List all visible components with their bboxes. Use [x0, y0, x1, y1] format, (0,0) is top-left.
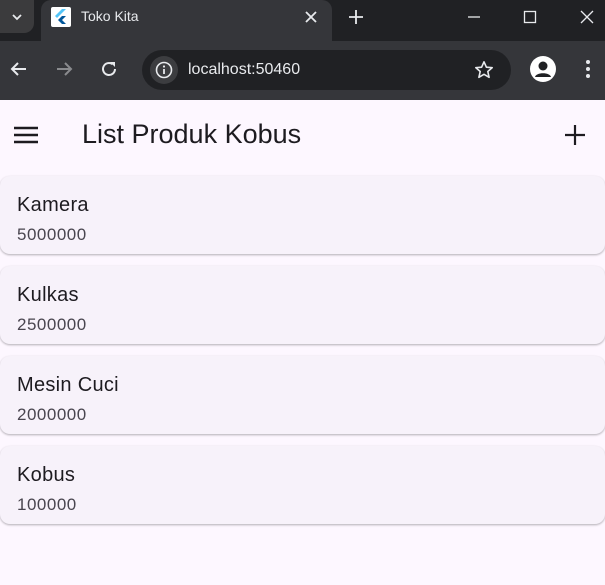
drawer-menu-button[interactable]	[12, 122, 40, 148]
minimize-icon	[468, 15, 480, 18]
reload-button[interactable]	[95, 55, 123, 83]
product-card[interactable]: Kobus 100000	[0, 446, 605, 524]
app-bar: List Produk Kobus	[0, 100, 605, 170]
add-product-button[interactable]	[560, 120, 590, 150]
product-price: 2500000	[17, 315, 87, 334]
product-price: 100000	[17, 495, 77, 514]
add-icon	[565, 125, 585, 145]
browser-tab[interactable]: Toko Kita	[41, 0, 332, 41]
product-price: 2000000	[17, 405, 87, 424]
plus-icon	[349, 10, 363, 24]
back-button[interactable]	[5, 55, 33, 83]
product-name: Kulkas	[17, 284, 79, 306]
product-price: 5000000	[17, 225, 87, 244]
product-card[interactable]: Kamera 5000000	[0, 176, 605, 254]
product-card[interactable]: Kulkas 2500000	[0, 266, 605, 344]
star-icon	[475, 61, 493, 79]
page-title: List Produk Kobus	[82, 119, 302, 149]
account-icon	[535, 61, 551, 77]
site-info-button[interactable]	[150, 56, 178, 84]
close-icon	[305, 11, 317, 23]
tab-search-button[interactable]	[0, 0, 34, 33]
kebab-menu-icon	[586, 60, 590, 78]
url-text: localhost:50460	[188, 61, 301, 78]
bookmark-button[interactable]	[473, 59, 495, 81]
new-tab-button[interactable]	[344, 6, 368, 28]
minimize-button[interactable]	[446, 0, 502, 33]
reload-icon	[102, 62, 116, 76]
browser-menu-button[interactable]	[578, 55, 598, 83]
close-window-button[interactable]	[559, 0, 605, 33]
product-name: Kobus	[17, 464, 76, 486]
maximize-button[interactable]	[502, 0, 558, 33]
tab-title: Toko Kita	[81, 8, 139, 24]
product-card[interactable]: Mesin Cuci 2000000	[0, 356, 605, 434]
product-name: Mesin Cuci	[17, 374, 119, 396]
flutter-icon	[51, 7, 71, 27]
chevron-down-icon	[12, 13, 22, 20]
browser-tab-strip: Toko Kita	[0, 0, 605, 41]
hamburger-menu-icon	[14, 126, 38, 144]
forward-arrow-icon	[57, 62, 73, 76]
back-arrow-icon	[10, 62, 26, 76]
profile-button[interactable]	[530, 56, 556, 82]
address-bar[interactable]: localhost:50460	[142, 50, 511, 90]
browser-toolbar: localhost:50460	[0, 41, 605, 100]
product-name: Kamera	[17, 194, 89, 216]
forward-button[interactable]	[50, 55, 78, 83]
close-icon	[580, 10, 594, 23]
maximize-icon	[523, 10, 537, 23]
close-tab-button[interactable]	[300, 6, 322, 28]
info-icon	[155, 61, 173, 79]
